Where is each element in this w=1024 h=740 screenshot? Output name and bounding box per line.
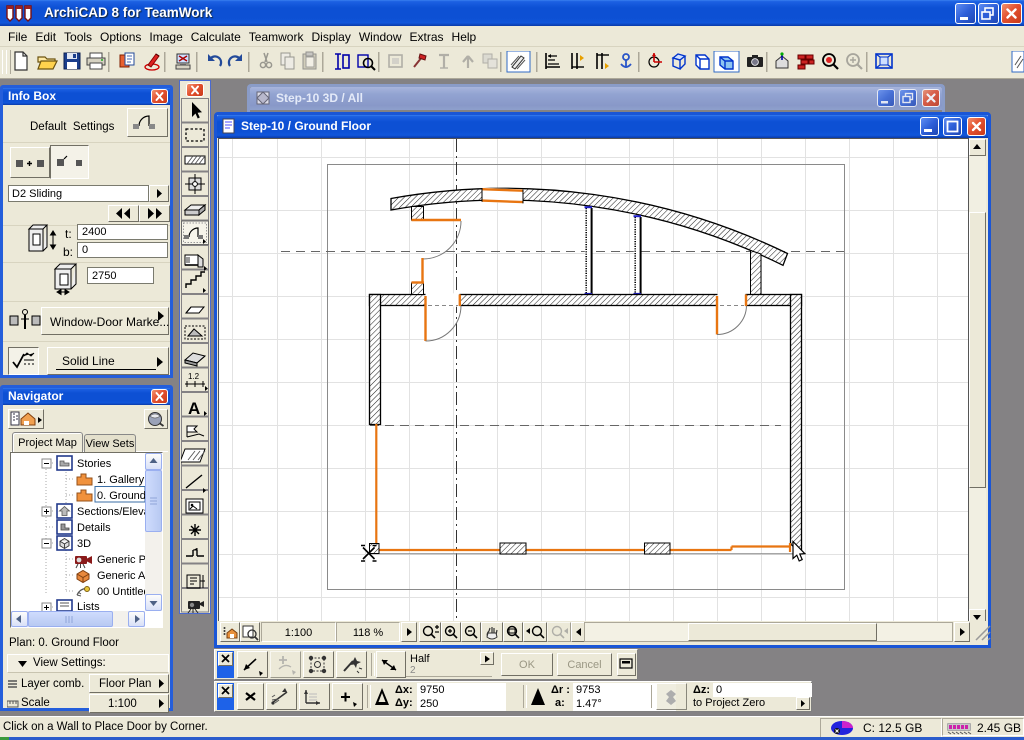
svg-text:Lists: Lists [77, 601, 100, 611]
svg-text:1.2: 1.2 [188, 372, 200, 381]
svg-text:0. Ground: 0. Ground [97, 490, 146, 502]
svg-text:A: A [188, 399, 200, 418]
svg-text:1. Gallery: 1. Gallery [97, 474, 145, 486]
svg-text:3D: 3D [77, 538, 91, 550]
svg-text:Details: Details [77, 522, 111, 534]
svg-text:Stories: Stories [77, 458, 112, 470]
svg-text:00 Untitled: 00 Untitled [97, 586, 147, 598]
svg-text:Sections/Eleva: Sections/Eleva [77, 506, 147, 518]
svg-text:Generic Ax: Generic Ax [97, 570, 147, 582]
svg-text:Generic Pe: Generic Pe [97, 554, 147, 566]
